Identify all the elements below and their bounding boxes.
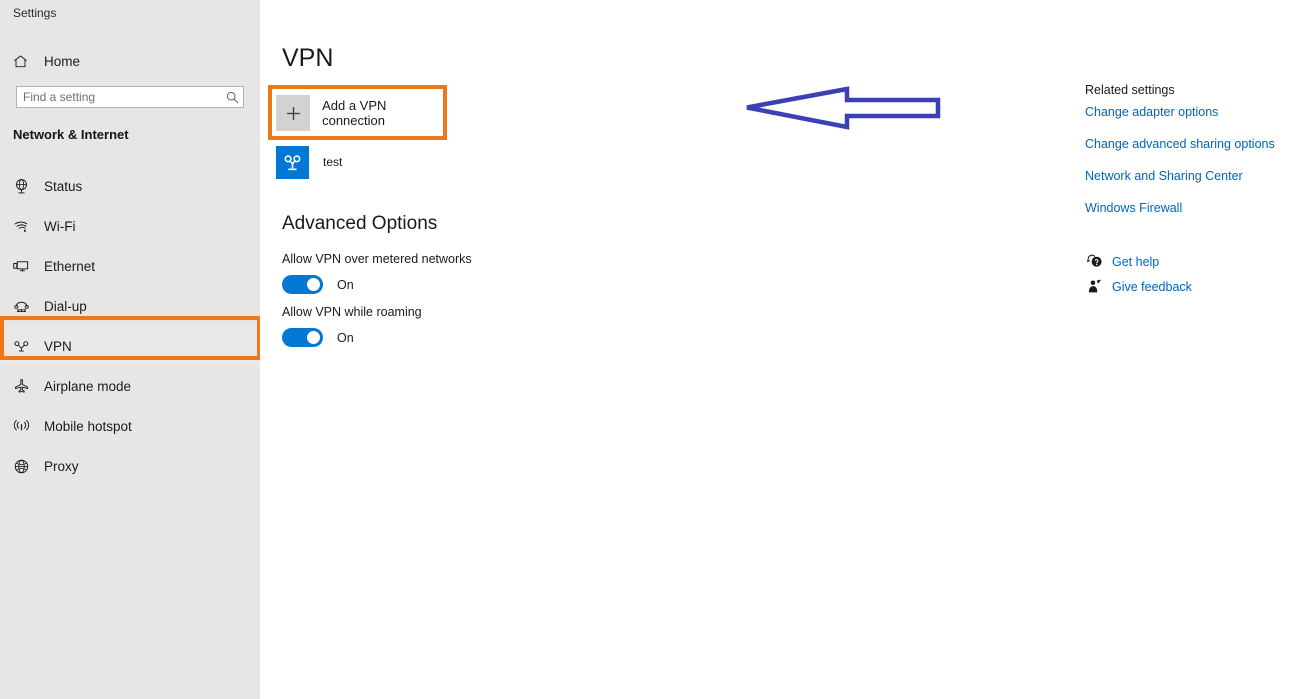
add-vpn-connection-button[interactable]: Add a VPN connection xyxy=(276,90,446,136)
option-allow-vpn-roaming: Allow VPN while roaming On xyxy=(282,305,422,347)
vpn-connection-icon xyxy=(276,145,309,179)
toggle-allow-vpn-roaming-state: On xyxy=(337,330,354,345)
plus-icon xyxy=(276,95,311,131)
sidebar-item-proxy[interactable]: Proxy xyxy=(0,446,260,486)
sidebar-item-wifi-label: Wi-Fi xyxy=(44,218,76,234)
airplane-icon xyxy=(13,378,35,395)
give-feedback-label: Give feedback xyxy=(1112,279,1192,294)
vpn-connection-name: test xyxy=(323,155,343,169)
advanced-options-heading: Advanced Options xyxy=(282,213,438,234)
sidebar: Settings Home Network & Internet xyxy=(0,0,260,699)
toggle-knob xyxy=(307,331,320,344)
sidebar-item-vpn-label: VPN xyxy=(44,338,72,354)
sidebar-item-dialup-label: Dial-up xyxy=(44,298,87,314)
option-allow-vpn-metered-row: On xyxy=(282,275,472,294)
sidebar-item-wifi[interactable]: Wi-Fi xyxy=(0,206,260,246)
search-icon[interactable] xyxy=(221,91,243,104)
page-title: VPN xyxy=(282,44,334,72)
vpn-connection-item[interactable]: test xyxy=(276,144,342,180)
related-settings-title: Related settings xyxy=(1085,83,1175,97)
give-feedback-item[interactable]: Give feedback xyxy=(1085,279,1192,294)
sidebar-item-status[interactable]: Status xyxy=(0,166,260,206)
sidebar-item-airplane-mode-label: Airplane mode xyxy=(44,378,132,394)
app-title: Settings xyxy=(13,6,57,20)
sidebar-item-status-label: Status xyxy=(44,178,83,194)
help-bubble-icon xyxy=(1085,254,1105,269)
search-input[interactable] xyxy=(17,90,221,104)
proxy-globe-icon xyxy=(13,458,35,475)
sidebar-item-vpn[interactable]: VPN xyxy=(0,326,260,366)
related-settings-rail: Related settings Change adapter options … xyxy=(1085,0,1300,699)
settings-window: Settings Home Network & Internet xyxy=(0,0,1300,699)
add-vpn-connection-label: Add a VPN connection xyxy=(322,98,387,128)
link-windows-firewall[interactable]: Windows Firewall xyxy=(1085,201,1182,215)
toggle-allow-vpn-roaming[interactable] xyxy=(282,328,323,347)
sidebar-section-header: Network & Internet xyxy=(13,127,129,142)
option-allow-vpn-roaming-label: Allow VPN while roaming xyxy=(282,305,422,319)
sidebar-item-home[interactable]: Home xyxy=(0,46,260,76)
sidebar-item-ethernet-label: Ethernet xyxy=(44,258,96,274)
dialup-phone-icon xyxy=(13,298,35,315)
hotspot-icon xyxy=(13,418,35,435)
sidebar-item-mobile-hotspot-label: Mobile hotspot xyxy=(44,418,132,434)
link-change-adapter-options[interactable]: Change adapter options xyxy=(1085,105,1218,119)
toggle-knob xyxy=(307,278,320,291)
sidebar-item-home-label: Home xyxy=(44,53,81,69)
toggle-allow-vpn-metered-state: On xyxy=(337,277,354,292)
search-box[interactable] xyxy=(16,86,244,108)
option-allow-vpn-roaming-row: On xyxy=(282,328,422,347)
home-icon xyxy=(13,54,33,69)
link-network-and-sharing-center[interactable]: Network and Sharing Center xyxy=(1085,169,1243,183)
annotation-arrow-left xyxy=(744,84,942,134)
sidebar-nav: Status Wi-Fi Ethernet Dial-up VPN Airpla… xyxy=(0,166,260,486)
sidebar-item-airplane-mode[interactable]: Airplane mode xyxy=(0,366,260,406)
option-allow-vpn-metered: Allow VPN over metered networks On xyxy=(282,252,472,294)
sidebar-item-mobile-hotspot[interactable]: Mobile hotspot xyxy=(0,406,260,446)
sidebar-item-proxy-label: Proxy xyxy=(44,458,79,474)
wifi-icon xyxy=(13,218,35,235)
sidebar-item-ethernet[interactable]: Ethernet xyxy=(0,246,260,286)
link-change-advanced-sharing-options[interactable]: Change advanced sharing options xyxy=(1085,137,1275,151)
get-help-label: Get help xyxy=(1112,254,1160,269)
sidebar-item-dialup[interactable]: Dial-up xyxy=(0,286,260,326)
status-globe-icon xyxy=(13,178,35,195)
get-help-item[interactable]: Get help xyxy=(1085,254,1159,269)
option-allow-vpn-metered-label: Allow VPN over metered networks xyxy=(282,252,472,266)
feedback-person-icon xyxy=(1085,279,1105,294)
toggle-allow-vpn-metered[interactable] xyxy=(282,275,323,294)
vpn-icon xyxy=(13,338,35,355)
ethernet-icon xyxy=(13,258,35,275)
